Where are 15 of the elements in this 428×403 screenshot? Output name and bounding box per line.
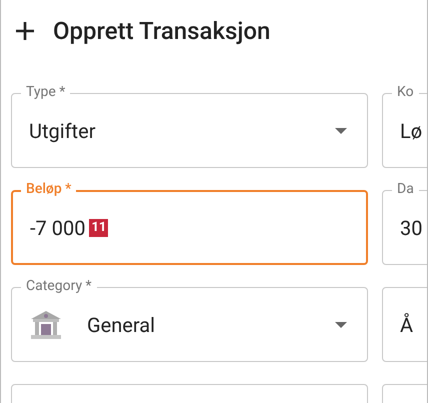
plus-icon	[15, 21, 35, 41]
dropdown-caret-icon	[335, 322, 347, 328]
input-field[interactable]: Å	[382, 287, 427, 362]
field-value: 30	[400, 214, 422, 242]
dialog-title: Opprett Transaksjon	[53, 16, 270, 47]
dropdown-caret-icon	[335, 128, 347, 134]
count-badge: 11	[89, 218, 108, 236]
field-label: Beløp *	[21, 180, 76, 198]
field-value: General	[87, 312, 156, 338]
field-label: Category *	[21, 277, 97, 295]
field-value: -7 000	[30, 214, 86, 242]
field-value: Lø	[400, 118, 422, 144]
field-label: Type *	[21, 83, 70, 101]
field-value: Utgifter	[29, 118, 96, 144]
field-value: Å	[400, 312, 414, 338]
